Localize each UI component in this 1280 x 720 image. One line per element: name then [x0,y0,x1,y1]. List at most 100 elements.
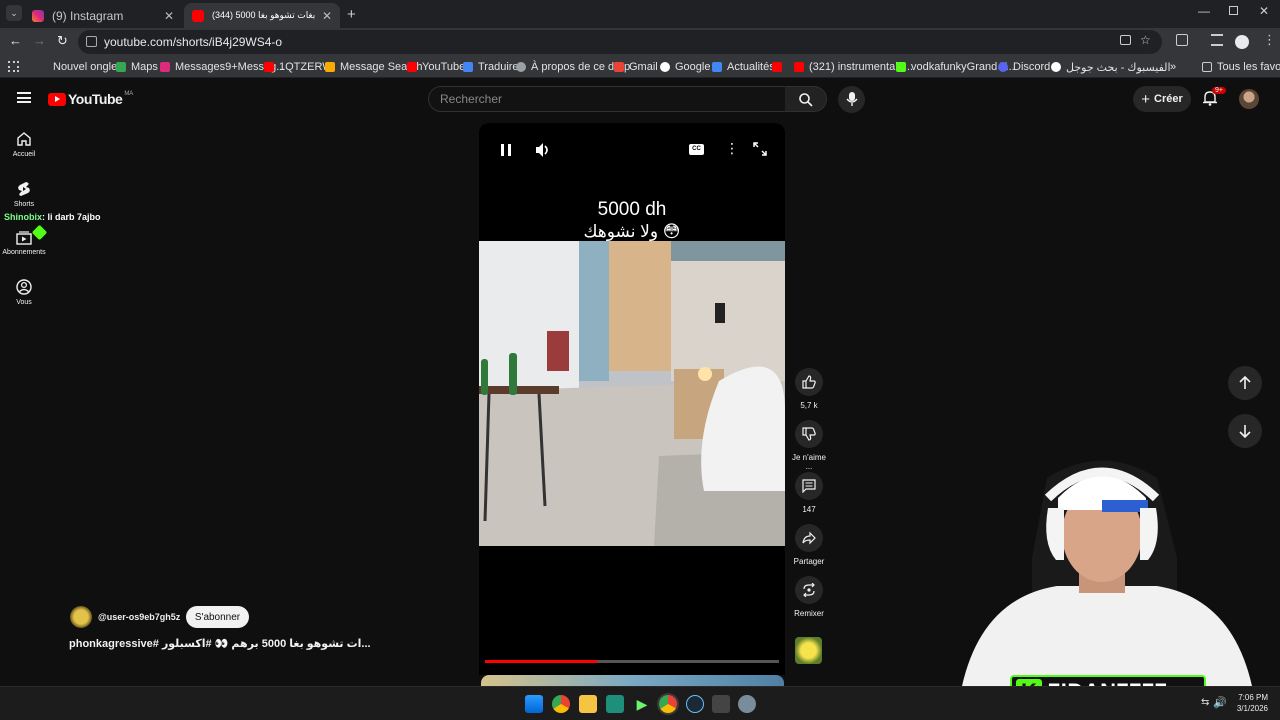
gmail-icon [614,62,624,72]
tab-title: (344) بغات تشوهو بغا 5000 [212,10,316,20]
chat-username: Shinobix [4,212,42,222]
previous-short-button[interactable] [1228,366,1262,400]
create-button[interactable]: + Créer [1133,86,1191,112]
bookmark-item[interactable]: 1QTZERW [264,59,333,75]
subscribe-button[interactable]: S'abonner [186,606,249,628]
bookmark-item[interactable]: vodkafunkyGrand T... [896,59,1015,75]
bookmark-item[interactable]: Nouvel onglet [53,59,120,75]
discord-icon [998,62,1008,72]
bookmark-item[interactable]: Gmail [614,59,658,75]
file-explorer-icon[interactable] [579,695,597,713]
bookmark-item[interactable] [772,59,787,75]
next-short-button[interactable] [1228,414,1262,448]
all-bookmarks-folder[interactable]: Tous les favoris [1202,59,1280,75]
settings-icon[interactable] [738,695,756,713]
bookmark-item[interactable]: YouTube [407,59,465,75]
install-icon[interactable] [1120,35,1131,45]
channel-handle[interactable]: @user-os9eb7gh5z [98,612,180,622]
stream-chat-message: Shinobix: li darb 7ajbo [4,212,101,222]
fullscreen-button[interactable] [753,142,767,161]
voice-search-button[interactable] [838,86,865,113]
tab-search-dropdown[interactable]: ⌄ [6,5,22,21]
close-tab-icon[interactable]: ✕ [322,9,332,23]
bookmarks-overflow-icon[interactable]: » [1170,59,1176,75]
game-icon[interactable] [712,695,730,713]
more-options-icon[interactable]: ⋮ [725,140,739,157]
back-icon[interactable]: ← [9,33,22,48]
windows-taskbar: ▶ ⇆ 🔊 7:06 PM 3/1/2026 [0,686,1280,720]
dislike-button[interactable]: Je n'aime ... [788,420,830,471]
volume-icon [536,143,548,157]
account-avatar[interactable] [1239,89,1259,109]
tab-title: (9) Instagram [52,8,124,23]
arrow-down-icon [1239,425,1251,438]
video-title: ...ات تشوهو بغا 5000 برهم 👀 #اكسبلور #ph… [69,638,371,650]
apps-grid-icon[interactable] [8,61,19,72]
remix-button[interactable]: Remixer [788,576,830,618]
instagram-icon [160,62,170,72]
next-video-preview[interactable] [481,675,784,686]
bookmark-item[interactable]: الفيسبوك - بحث جوجل [1051,59,1171,75]
network-icon[interactable]: ⇆ [1201,697,1209,708]
globe-icon [516,62,526,72]
bookmark-item[interactable]: Discord [998,59,1050,75]
new-tab-button[interactable]: + [347,6,356,23]
extensions-icon[interactable] [1176,34,1188,46]
bookmark-item[interactable]: Google [660,59,710,75]
bookmark-star-icon[interactable]: ☆ [1140,33,1151,47]
comments-button[interactable]: 147 [788,472,830,514]
chrome-icon[interactable] [552,695,570,713]
sidebar-item-you[interactable]: Vous [0,279,48,306]
video-progress-bar[interactable] [485,660,779,663]
youtube-logo-icon [48,92,66,106]
menu-icon[interactable]: ⋮ [1263,32,1276,48]
address-bar[interactable]: youtube.com/shorts/iB4j29WS4-o ☆ [78,30,1162,54]
captions-button[interactable]: CC [689,144,704,155]
media-icon[interactable]: ▶ [633,695,651,713]
bookmark-item[interactable]: À propos de ce drop [516,59,630,75]
tab-strip-icon[interactable] [1211,34,1223,46]
close-window-button[interactable]: ✕ [1259,4,1269,18]
reload-icon[interactable]: ↻ [57,33,68,49]
search-button[interactable] [785,86,827,112]
sidebar-item-shorts[interactable]: Shorts [0,181,48,208]
channel-avatar[interactable] [70,606,92,628]
close-tab-icon[interactable]: ✕ [164,9,174,23]
notifications-button[interactable]: 9+ [1203,87,1226,107]
restore-button[interactable] [1229,6,1238,15]
bookmark-item[interactable]: Maps [116,59,158,75]
comment-icon [802,479,816,493]
bookmark-item[interactable]: Traduire [463,59,519,75]
clock[interactable]: 7:06 PM 3/1/2026 [1230,692,1268,714]
windows-start-icon[interactable] [525,695,543,713]
like-button[interactable]: 5,7 k [788,368,830,410]
search-input[interactable]: Rechercher [428,86,786,112]
steam-icon[interactable] [686,695,704,713]
hamburger-menu-icon[interactable] [17,92,31,103]
clock-date: 3/1/2026 [1236,704,1268,713]
audio-thumbnail[interactable] [795,637,822,664]
bookmark-item[interactable]: Actualités [712,59,775,75]
minimize-button[interactable]: — [1198,4,1210,18]
volume-button[interactable] [535,142,551,163]
news-icon [712,62,722,72]
site-info-icon[interactable] [86,36,97,47]
sidebar-item-home[interactable]: Accueil [0,131,48,158]
microphone-icon [846,92,858,106]
forward-icon[interactable]: → [33,33,46,48]
shorts-video-player[interactable]: CC ⋮ 5000 dh ولا نشوهك 😳 [479,123,785,675]
youtube-icon [264,62,274,72]
google-icon [660,62,670,72]
app-icon[interactable] [606,695,624,713]
instagram-icon [32,9,44,22]
share-button[interactable]: Partager [788,524,830,566]
profile-avatar[interactable] [1235,35,1249,49]
youtube-logo[interactable]: YouTube MA [48,91,133,107]
tab-instagram[interactable]: (9) Instagram ✕ [24,3,182,28]
tab-youtube-active[interactable]: (344) بغات تشوهو بغا 5000 ✕ [184,3,340,28]
pause-button[interactable] [501,144,511,156]
youtube-icon [772,62,782,72]
browser-tab-bar: ⌄ (9) Instagram ✕ (344) بغات تشوهو بغا 5… [0,0,1280,28]
chrome-active-icon[interactable] [659,695,677,713]
speaker-icon[interactable]: 🔊 [1213,696,1227,709]
